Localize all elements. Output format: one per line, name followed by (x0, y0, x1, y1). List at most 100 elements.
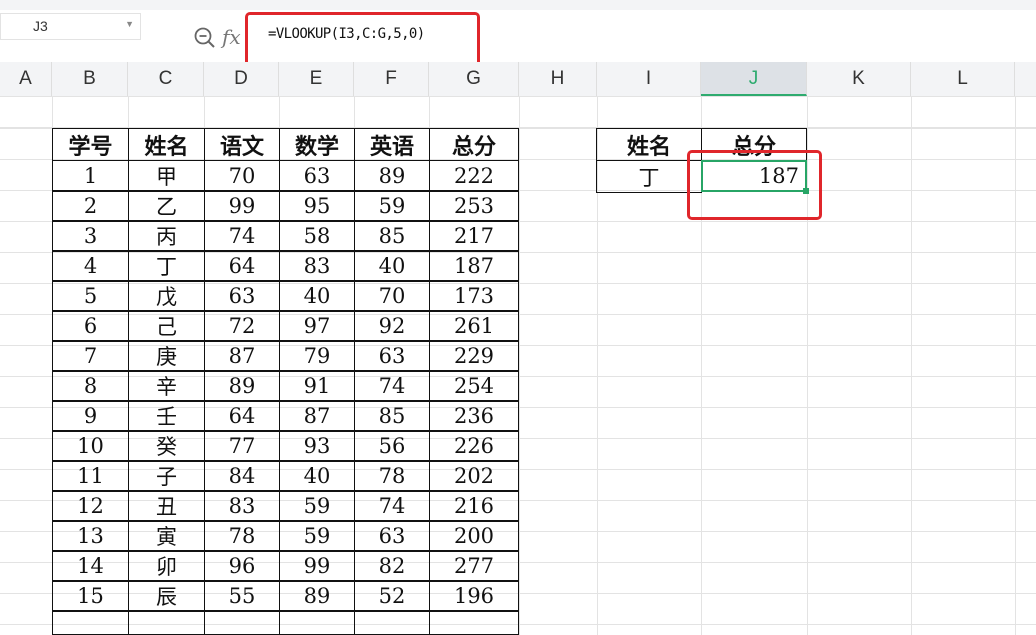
table-cell-id[interactable]: 10 (52, 430, 129, 462)
table-cell-english[interactable]: 74 (354, 490, 430, 522)
table-cell-id[interactable]: 11 (52, 460, 129, 492)
table-cell-math[interactable]: 40 (279, 460, 355, 492)
table-cell-chinese[interactable]: 55 (204, 580, 280, 612)
column-header-k[interactable]: K (807, 62, 911, 96)
table-cell-math[interactable]: 59 (279, 520, 355, 552)
table-cell-partial[interactable] (204, 610, 280, 635)
chevron-down-icon[interactable]: ▼ (125, 19, 134, 29)
table-cell-chinese[interactable]: 89 (204, 370, 280, 402)
table-cell-math[interactable]: 63 (279, 160, 355, 192)
column-header-g[interactable]: G (429, 62, 519, 96)
table-cell-english[interactable]: 70 (354, 280, 430, 312)
table-cell-chinese[interactable]: 64 (204, 400, 280, 432)
table-cell-total[interactable]: 226 (429, 430, 519, 462)
table-cell-english[interactable]: 63 (354, 340, 430, 372)
table-header-chinese[interactable]: 语文 (204, 128, 280, 161)
table-cell-name[interactable]: 戊 (128, 280, 205, 312)
table-cell-id[interactable]: 6 (52, 310, 129, 342)
table-cell-chinese[interactable]: 77 (204, 430, 280, 462)
table-header-name[interactable]: 姓名 (128, 128, 205, 161)
table-cell-total[interactable]: 254 (429, 370, 519, 402)
table-cell-chinese[interactable]: 70 (204, 160, 280, 192)
table-cell-total[interactable]: 216 (429, 490, 519, 522)
table-cell-id[interactable]: 13 (52, 520, 129, 552)
table-cell-total[interactable]: 253 (429, 190, 519, 222)
column-header-b[interactable]: B (52, 62, 128, 96)
table-cell-chinese[interactable]: 63 (204, 280, 280, 312)
table-cell-chinese[interactable]: 99 (204, 190, 280, 222)
table-cell-english[interactable]: 63 (354, 520, 430, 552)
table-cell-math[interactable]: 79 (279, 340, 355, 372)
column-header-l[interactable]: L (911, 62, 1015, 96)
table-cell-math[interactable]: 93 (279, 430, 355, 462)
table-cell-chinese[interactable]: 87 (204, 340, 280, 372)
table-cell-english[interactable]: 78 (354, 460, 430, 492)
table-cell-english[interactable]: 59 (354, 190, 430, 222)
table-cell-total[interactable]: 222 (429, 160, 519, 192)
table-cell-math[interactable]: 99 (279, 550, 355, 582)
table-cell-name[interactable]: 丁 (128, 250, 205, 282)
table-cell-name[interactable]: 丑 (128, 490, 205, 522)
table-cell-total[interactable]: 261 (429, 310, 519, 342)
table-cell-partial[interactable] (128, 610, 205, 635)
name-box[interactable]: J3 ▼ (0, 13, 141, 40)
table-cell-name[interactable]: 壬 (128, 400, 205, 432)
table-cell-name[interactable]: 丙 (128, 220, 205, 252)
table-header-math[interactable]: 数学 (279, 128, 355, 161)
table-cell-id[interactable]: 3 (52, 220, 129, 252)
table-cell-id[interactable]: 9 (52, 400, 129, 432)
table-cell-partial[interactable] (52, 610, 129, 635)
table-cell-id[interactable]: 14 (52, 550, 129, 582)
table-cell-id[interactable]: 5 (52, 280, 129, 312)
table-cell-name[interactable]: 己 (128, 310, 205, 342)
table-cell-math[interactable]: 87 (279, 400, 355, 432)
table-cell-id[interactable]: 4 (52, 250, 129, 282)
table-cell-english[interactable]: 40 (354, 250, 430, 282)
table-cell-english[interactable]: 74 (354, 370, 430, 402)
zoom-icon[interactable] (193, 26, 217, 50)
table-cell-total[interactable]: 187 (429, 250, 519, 282)
table-cell-name[interactable]: 癸 (128, 430, 205, 462)
table-cell-id[interactable]: 12 (52, 490, 129, 522)
table-cell-id[interactable]: 1 (52, 160, 129, 192)
table-header-english[interactable]: 英语 (354, 128, 430, 161)
table-cell-total[interactable]: 173 (429, 280, 519, 312)
table-cell-name[interactable]: 乙 (128, 190, 205, 222)
table-cell-partial[interactable] (354, 610, 430, 635)
table-cell-math[interactable]: 83 (279, 250, 355, 282)
table-cell-name[interactable]: 庚 (128, 340, 205, 372)
table-cell-english[interactable]: 85 (354, 220, 430, 252)
table-cell-math[interactable]: 97 (279, 310, 355, 342)
table-cell-id[interactable]: 15 (52, 580, 129, 612)
table-cell-total[interactable]: 200 (429, 520, 519, 552)
table-cell-english[interactable]: 85 (354, 400, 430, 432)
column-header-h[interactable]: H (519, 62, 597, 96)
column-header-e[interactable]: E (279, 62, 354, 96)
column-header-c[interactable]: C (128, 62, 204, 96)
table-cell-name[interactable]: 辰 (128, 580, 205, 612)
table-cell-chinese[interactable]: 72 (204, 310, 280, 342)
table-cell-total[interactable]: 229 (429, 340, 519, 372)
table-cell-math[interactable]: 58 (279, 220, 355, 252)
table-cell-total[interactable]: 217 (429, 220, 519, 252)
column-header-f[interactable]: F (354, 62, 429, 96)
table-cell-name[interactable]: 卯 (128, 550, 205, 582)
table-cell-math[interactable]: 59 (279, 490, 355, 522)
table-cell-chinese[interactable]: 78 (204, 520, 280, 552)
table-header-id[interactable]: 学号 (52, 128, 129, 161)
column-header-a[interactable]: A (0, 62, 52, 96)
table-cell-id[interactable]: 2 (52, 190, 129, 222)
table-cell-chinese[interactable]: 74 (204, 220, 280, 252)
column-header-j[interactable]: J (701, 62, 807, 96)
table-header-total[interactable]: 总分 (429, 128, 519, 161)
table-cell-chinese[interactable]: 96 (204, 550, 280, 582)
column-header-i[interactable]: I (597, 62, 701, 96)
table-cell-math[interactable]: 95 (279, 190, 355, 222)
table-cell-total[interactable]: 196 (429, 580, 519, 612)
table-cell-name[interactable]: 子 (128, 460, 205, 492)
table-cell-english[interactable]: 56 (354, 430, 430, 462)
table-cell-partial[interactable] (429, 610, 519, 635)
fx-icon[interactable]: fx (222, 25, 241, 49)
table-cell-name[interactable]: 寅 (128, 520, 205, 552)
table-cell-chinese[interactable]: 84 (204, 460, 280, 492)
